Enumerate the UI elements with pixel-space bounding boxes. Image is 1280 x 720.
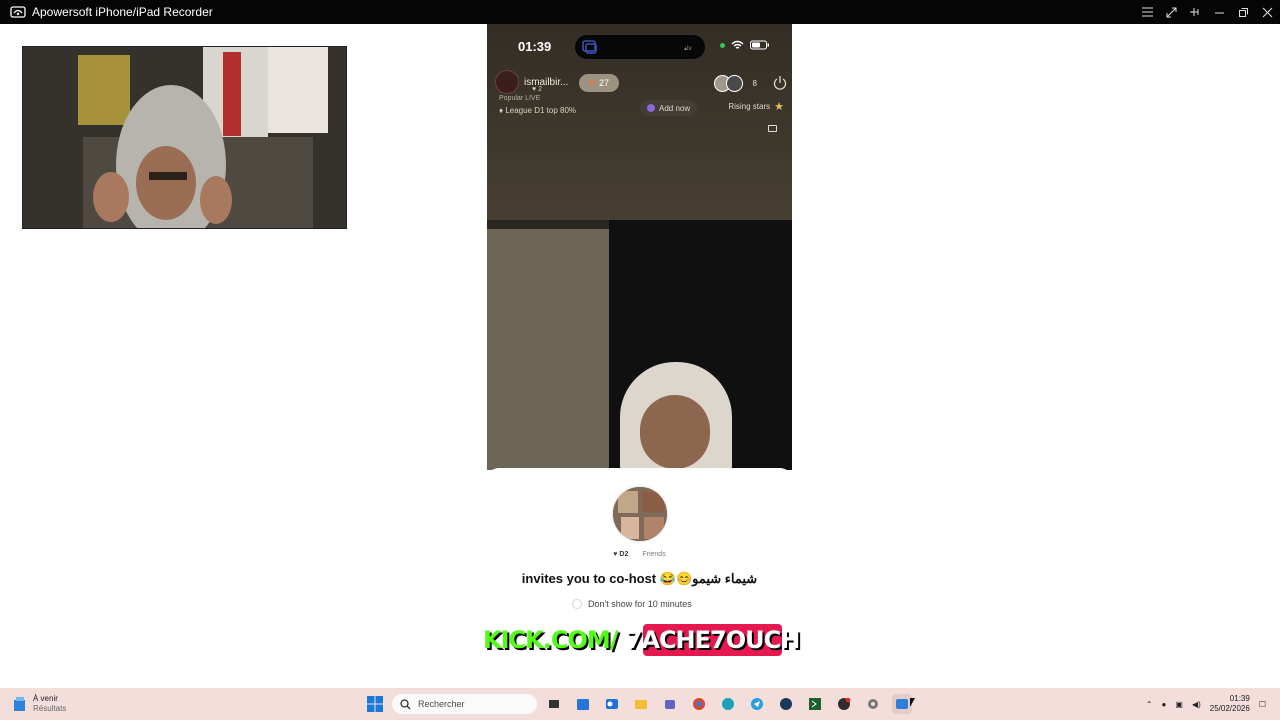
host-follower-count: ♥ 2 xyxy=(532,86,543,93)
telegram-app-icon[interactable] xyxy=(747,694,767,714)
weather-widget[interactable]: À venir Résultats xyxy=(13,694,66,714)
speaker-icon[interactable]: ◀) xyxy=(1192,700,1201,709)
store-app-icon[interactable] xyxy=(573,694,593,714)
invite-message: شيماء شيمو😊😂 invites you to co-host xyxy=(521,571,758,586)
kick-banner: KICK.COM/ 7ACHE7OUCH xyxy=(483,622,800,657)
system-tray: ⌃ ● ▣ ◀) 01:39 25/02/2026 ☐ xyxy=(1146,694,1266,714)
stream-background-door xyxy=(487,229,609,470)
camera-icon[interactable] xyxy=(768,125,777,132)
rising-stars-label: Rising stars xyxy=(728,102,771,111)
search-icon xyxy=(400,698,411,709)
add-now-button[interactable]: Add now xyxy=(640,100,698,116)
taskbar-apps xyxy=(544,694,912,714)
settings-gear-icon[interactable] xyxy=(863,694,883,714)
dont-show-option[interactable]: Don't show for 10 minutes xyxy=(572,599,692,609)
like-count-pill[interactable]: ♥ 27 xyxy=(579,74,619,92)
steam-app-icon[interactable] xyxy=(776,694,796,714)
phone-status-icons xyxy=(720,40,770,50)
chevron-up-icon[interactable]: ⌃ xyxy=(1146,700,1153,709)
add-now-icon xyxy=(647,104,655,112)
green-dot-icon xyxy=(720,42,725,48)
close-icon[interactable] xyxy=(1260,5,1274,19)
power-icon[interactable] xyxy=(772,75,788,91)
network-icon[interactable]: ▣ xyxy=(1175,700,1183,709)
dynamic-island: ▴tv xyxy=(575,35,705,59)
add-now-label: Add now xyxy=(659,103,691,113)
apowersoft-app-icon xyxy=(10,6,26,18)
level-badge: ♥ D2 xyxy=(613,551,629,558)
viewer-avatars[interactable]: 8 xyxy=(713,73,757,93)
mouse-cursor-icon xyxy=(910,698,915,707)
taskbar-search[interactable]: Rechercher xyxy=(392,694,537,714)
svg-text:▴tv: ▴tv xyxy=(684,46,692,52)
restore-icon[interactable] xyxy=(1236,5,1250,19)
like-count: 27 xyxy=(598,78,609,88)
live-host-info[interactable]: ismailbir... ♥ 2 xyxy=(495,69,579,95)
viewer-avatar xyxy=(725,74,743,92)
windows-taskbar: À venir Résultats Rechercher ⌃ ● ▣ ◀) 01:… xyxy=(0,688,1280,720)
terminal-app-icon[interactable] xyxy=(805,694,825,714)
star-icon: ★ xyxy=(774,101,784,113)
search-placeholder: Rechercher xyxy=(418,699,465,709)
task-view-icon[interactable] xyxy=(544,694,564,714)
notification-icon[interactable]: ☐ xyxy=(1259,700,1266,709)
weather-text: À venir Résultats xyxy=(33,694,67,713)
obs-app-icon[interactable] xyxy=(834,694,854,714)
pin-icon[interactable] xyxy=(1188,5,1202,19)
windows-start-icon[interactable] xyxy=(367,696,383,712)
chrome-app-icon[interactable] xyxy=(689,694,709,714)
webcam-overlay xyxy=(22,46,347,229)
rising-stars-button[interactable]: Rising stars ★ xyxy=(728,100,784,113)
dont-show-label: Don't show for 10 minutes xyxy=(588,599,692,609)
minimize-icon[interactable] xyxy=(1212,5,1226,19)
window-controls xyxy=(1140,0,1274,24)
microphone-icon[interactable]: ● xyxy=(1162,700,1167,709)
file-explorer-icon[interactable] xyxy=(631,694,651,714)
league-label[interactable]: ♦ League D1 top 80% xyxy=(499,106,576,115)
phone-live-stream: 01:39 ▴tv ismailbir... ♥ 2 ♥ 27 Popular … xyxy=(487,24,792,470)
webcam-video xyxy=(23,47,346,228)
list-icon[interactable] xyxy=(1140,5,1154,19)
fullscreen-icon[interactable] xyxy=(1164,5,1178,19)
popular-live-label: Popular LIVE xyxy=(499,95,541,102)
widget-icon xyxy=(14,697,25,711)
streamer-face xyxy=(640,395,710,469)
wifi-icon xyxy=(731,40,744,49)
edge-app-icon[interactable] xyxy=(718,694,738,714)
phone-clock: 01:39 xyxy=(518,39,552,54)
kick-banner-right: 7ACHE7OUCH xyxy=(625,624,800,656)
battery-icon xyxy=(750,40,769,50)
screen-mirroring-icon: ▴tv xyxy=(582,40,692,54)
outlook-app-icon[interactable] xyxy=(602,694,622,714)
inviter-avatar[interactable] xyxy=(611,485,669,543)
host-avatar[interactable] xyxy=(495,70,519,94)
apowersoft-taskbar-icon[interactable] xyxy=(892,694,912,714)
teams-app-icon[interactable] xyxy=(660,694,680,714)
system-clock[interactable]: 01:39 25/02/2026 xyxy=(1210,694,1250,714)
window-titlebar: Apowersoft iPhone/iPad Recorder xyxy=(0,0,1280,24)
window-title: Apowersoft iPhone/iPad Recorder xyxy=(32,5,213,19)
inviter-avatar-image xyxy=(613,487,667,541)
heart-icon: ♥ xyxy=(589,77,595,89)
viewer-count: 8 xyxy=(752,78,757,88)
friend-relation: ♥ D2 Friends xyxy=(613,551,666,558)
dont-show-radio[interactable] xyxy=(572,599,582,609)
